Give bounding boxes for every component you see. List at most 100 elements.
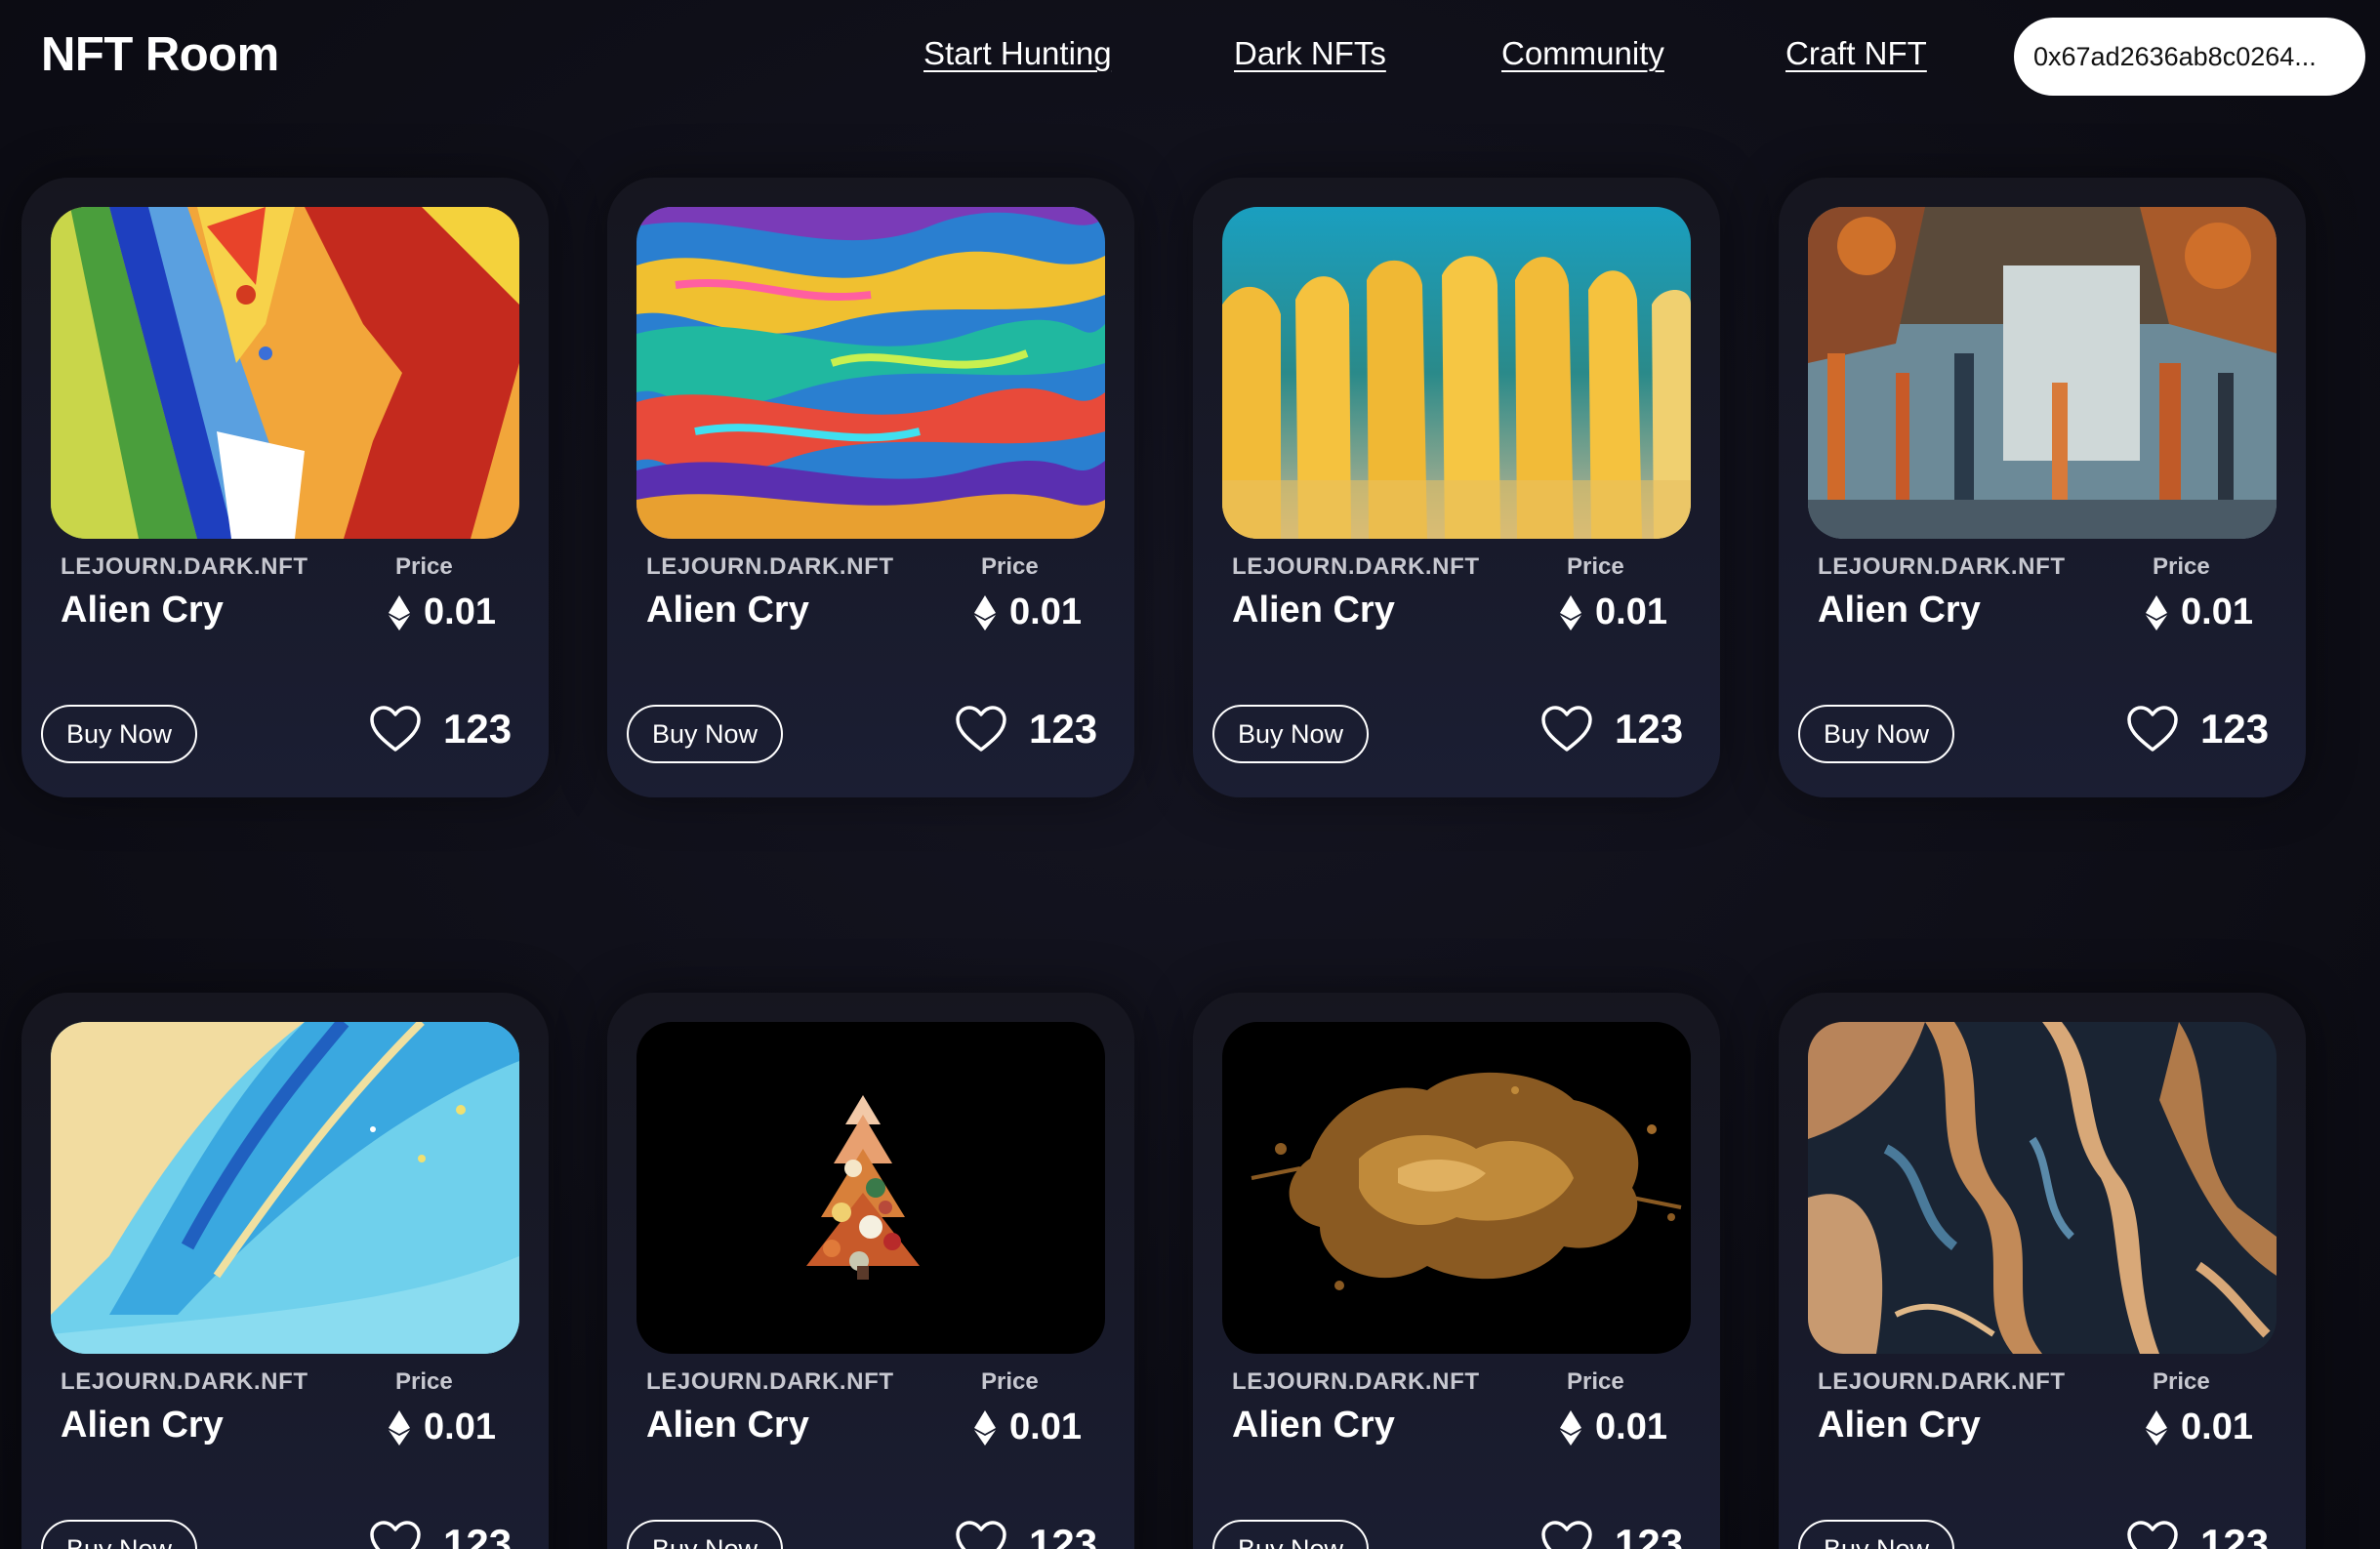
nft-artwork-image[interactable] [1808, 207, 2277, 539]
price-label: Price [2153, 553, 2210, 580]
likes-counter: 123 [2126, 705, 2269, 754]
nft-artwork-image[interactable] [1222, 1022, 1691, 1354]
price-label: Price [981, 1368, 1039, 1395]
nft-title: Alien Cry [646, 590, 809, 631]
heart-outline-icon[interactable] [369, 1520, 422, 1549]
brand-logo[interactable]: NFT Room [41, 27, 279, 82]
likes-counter: 123 [955, 1520, 1097, 1549]
nft-card[interactable]: LEJOURN.DARK.NFT Price Alien Cry 0.01 Bu… [607, 178, 1134, 797]
like-count: 123 [2200, 1521, 2270, 1549]
price-value: 0.01 [1595, 1406, 1667, 1447]
ethereum-icon [1560, 1409, 1581, 1446]
nft-title: Alien Cry [1818, 1405, 1981, 1446]
wallet-address-button[interactable]: 0x67ad2636ab8c0264... [2014, 18, 2365, 96]
ethereum-icon [389, 594, 410, 631]
likes-counter: 123 [369, 1520, 512, 1549]
buy-now-button[interactable]: Buy Now [41, 1520, 197, 1549]
like-count: 123 [1615, 706, 1684, 752]
top-header: NFT Room Start Hunting Dark NFTs Communi… [0, 0, 2380, 117]
nft-marketplace-page: NFT Room Start Hunting Dark NFTs Communi… [0, 0, 2380, 1549]
like-count: 123 [443, 706, 513, 752]
heart-outline-icon[interactable] [955, 1520, 1007, 1549]
buy-now-button[interactable]: Buy Now [41, 705, 197, 763]
like-count: 123 [1615, 1521, 1684, 1549]
price-display: 0.01 [389, 1406, 496, 1448]
nft-title: Alien Cry [1232, 590, 1395, 631]
heart-outline-icon[interactable] [1540, 705, 1593, 754]
nft-artwork-image[interactable] [1808, 1022, 2277, 1354]
like-count: 123 [443, 1521, 513, 1549]
price-label: Price [395, 1368, 453, 1395]
price-value: 0.01 [424, 591, 496, 632]
nft-title: Alien Cry [1232, 1405, 1395, 1446]
creator-name: LEJOURN.DARK.NFT [1818, 1368, 2066, 1395]
price-label: Price [981, 553, 1039, 580]
heart-outline-icon[interactable] [2126, 705, 2179, 754]
nft-artwork-image[interactable] [1222, 207, 1691, 539]
buy-now-button[interactable]: Buy Now [1212, 705, 1369, 763]
price-label: Price [395, 553, 453, 580]
nft-card[interactable]: LEJOURN.DARK.NFT Price Alien Cry 0.01 Bu… [1193, 993, 1720, 1549]
nft-artwork-image[interactable] [636, 207, 1105, 539]
ethereum-icon [2146, 1409, 2167, 1446]
heart-outline-icon[interactable] [955, 705, 1007, 754]
ethereum-icon [974, 1409, 996, 1446]
price-label: Price [2153, 1368, 2210, 1395]
buy-now-button[interactable]: Buy Now [627, 1520, 783, 1549]
nav-craft-nft[interactable]: Craft NFT [1785, 35, 1927, 72]
like-count: 123 [2200, 706, 2270, 752]
price-display: 0.01 [389, 591, 496, 633]
price-display: 0.01 [974, 591, 1082, 633]
likes-counter: 123 [1540, 705, 1683, 754]
buy-now-button[interactable]: Buy Now [1798, 705, 1954, 763]
price-display: 0.01 [1560, 591, 1667, 633]
nft-artwork-image[interactable] [636, 1022, 1105, 1354]
price-display: 0.01 [2146, 1406, 2253, 1448]
nft-artwork-image[interactable] [51, 207, 519, 539]
ethereum-icon [389, 1409, 410, 1446]
price-display: 0.01 [974, 1406, 1082, 1448]
creator-name: LEJOURN.DARK.NFT [1818, 553, 2066, 580]
likes-counter: 123 [369, 705, 512, 754]
nav-start-hunting[interactable]: Start Hunting [923, 35, 1112, 72]
ethereum-icon [2146, 594, 2167, 631]
nft-card[interactable]: LEJOURN.DARK.NFT Price Alien Cry 0.01 Bu… [1779, 178, 2306, 797]
heart-outline-icon[interactable] [1540, 1520, 1593, 1549]
nft-card[interactable]: LEJOURN.DARK.NFT Price Alien Cry 0.01 Bu… [1193, 178, 1720, 797]
heart-outline-icon[interactable] [369, 705, 422, 754]
like-count: 123 [1029, 706, 1098, 752]
creator-name: LEJOURN.DARK.NFT [61, 1368, 308, 1395]
likes-counter: 123 [2126, 1520, 2269, 1549]
price-value: 0.01 [1595, 591, 1667, 632]
price-value: 0.01 [2181, 1406, 2253, 1447]
buy-now-button[interactable]: Buy Now [627, 705, 783, 763]
nft-title: Alien Cry [61, 1405, 224, 1446]
creator-name: LEJOURN.DARK.NFT [1232, 1368, 1480, 1395]
price-value: 0.01 [1009, 591, 1082, 632]
ethereum-icon [1560, 594, 1581, 631]
buy-now-button[interactable]: Buy Now [1798, 1520, 1954, 1549]
nft-card[interactable]: LEJOURN.DARK.NFT Price Alien Cry 0.01 Bu… [21, 178, 549, 797]
likes-counter: 123 [955, 705, 1097, 754]
creator-name: LEJOURN.DARK.NFT [1232, 553, 1480, 580]
nav-dark-nfts[interactable]: Dark NFTs [1234, 35, 1386, 72]
nav-community[interactable]: Community [1501, 35, 1664, 72]
nft-card[interactable]: LEJOURN.DARK.NFT Price Alien Cry 0.01 Bu… [1779, 993, 2306, 1549]
nft-title: Alien Cry [646, 1405, 809, 1446]
likes-counter: 123 [1540, 1520, 1683, 1549]
heart-outline-icon[interactable] [2126, 1520, 2179, 1549]
nft-grid: LEJOURN.DARK.NFT Price Alien Cry 0.01 Bu… [21, 178, 2306, 1549]
price-display: 0.01 [2146, 591, 2253, 633]
price-value: 0.01 [1009, 1406, 1082, 1447]
nft-card[interactable]: LEJOURN.DARK.NFT Price Alien Cry 0.01 Bu… [21, 993, 549, 1549]
price-value: 0.01 [424, 1406, 496, 1447]
like-count: 123 [1029, 1521, 1098, 1549]
nft-title: Alien Cry [61, 590, 224, 631]
nft-artwork-image[interactable] [51, 1022, 519, 1354]
nft-card[interactable]: LEJOURN.DARK.NFT Price Alien Cry 0.01 Bu… [607, 993, 1134, 1549]
nft-title: Alien Cry [1818, 590, 1981, 631]
buy-now-button[interactable]: Buy Now [1212, 1520, 1369, 1549]
price-value: 0.01 [2181, 591, 2253, 632]
creator-name: LEJOURN.DARK.NFT [646, 553, 894, 580]
price-display: 0.01 [1560, 1406, 1667, 1448]
